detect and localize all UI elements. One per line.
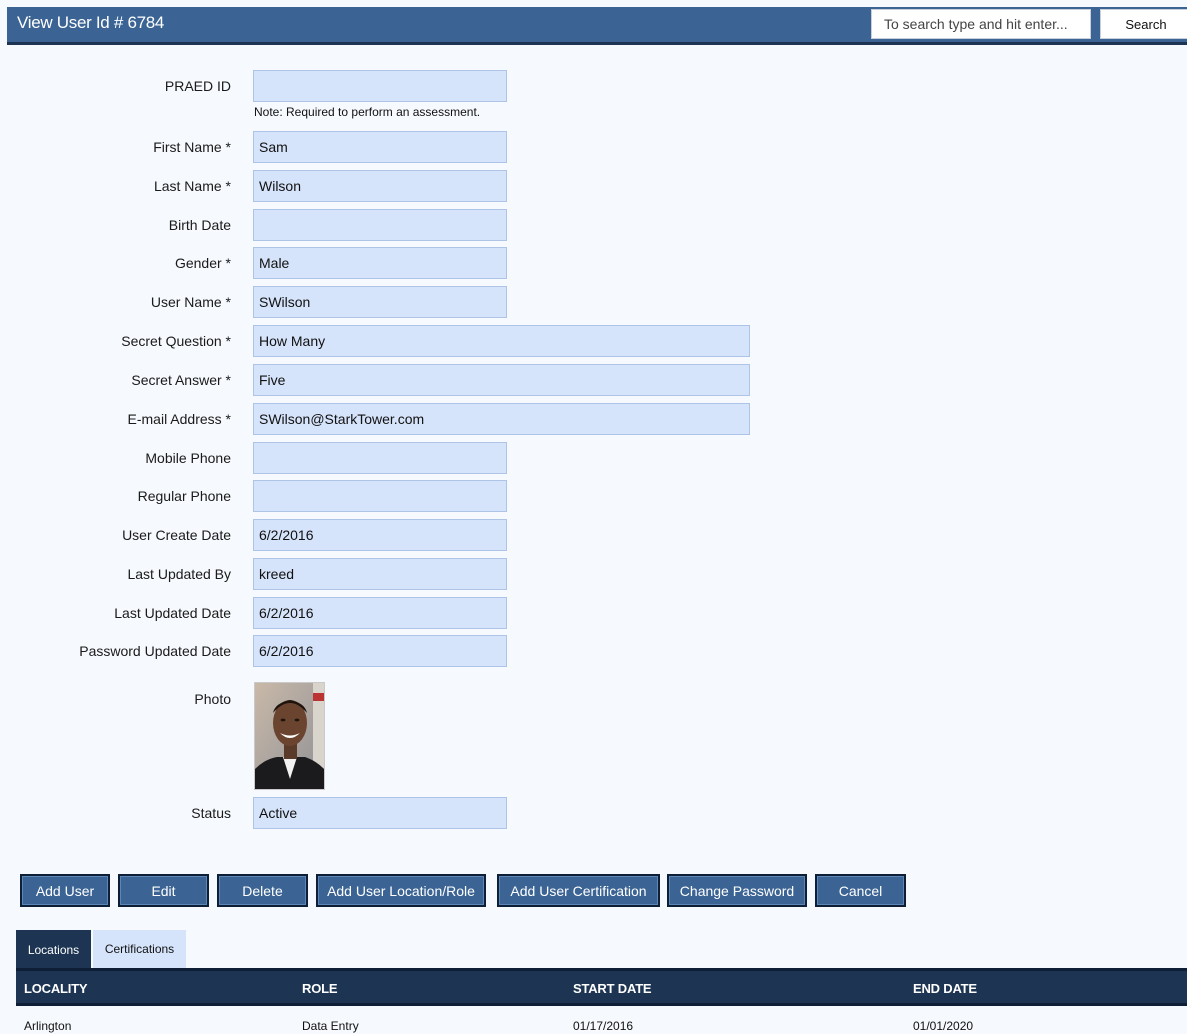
praed-id-row: PRAED ID [0, 70, 800, 102]
last-updated-by-label: Last Updated By [127, 566, 231, 582]
email-label: E-mail Address * [127, 411, 231, 427]
password-updated-date-row: Password Updated Date [0, 635, 800, 667]
add-user-certification-button[interactable]: Add User Certification [497, 874, 660, 907]
user-name-row: User Name * [0, 286, 800, 318]
first-name-field[interactable] [253, 131, 507, 163]
last-updated-date-label: Last Updated Date [114, 605, 231, 621]
photo-label: Photo [194, 691, 231, 707]
cell-end-date: 01/01/2020 [913, 1019, 974, 1033]
first-name-label: First Name * [153, 139, 231, 155]
last-name-row: Last Name * [0, 170, 800, 202]
gender-row: Gender * [0, 247, 800, 279]
praed-id-field[interactable] [253, 70, 507, 102]
photo-row: Photo [0, 682, 800, 714]
user-photo [254, 682, 325, 790]
user-name-label: User Name * [150, 294, 231, 310]
last-name-field[interactable] [253, 170, 507, 202]
password-updated-date-field[interactable] [253, 635, 507, 667]
edit-button[interactable]: Edit [118, 874, 209, 907]
change-password-button[interactable]: Change Password [667, 874, 807, 907]
user-name-field[interactable] [253, 286, 507, 318]
mobile-phone-field[interactable] [253, 442, 507, 474]
secret-question-row: Secret Question * [0, 325, 800, 357]
search-button[interactable]: Search [1100, 9, 1187, 39]
regular-phone-field[interactable] [253, 480, 507, 512]
status-row: Status [0, 797, 800, 829]
birth-date-label: Birth Date [168, 217, 231, 233]
column-header-role[interactable]: ROLE [302, 981, 338, 996]
gender-label: Gender * [174, 255, 231, 271]
cell-start-date: 01/17/2016 [573, 1019, 634, 1033]
column-header-end-date[interactable]: END DATE [913, 981, 977, 996]
top-bar: View User Id # 6784 Search [7, 7, 1187, 45]
status-field[interactable] [253, 797, 507, 829]
add-user-location-role-button[interactable]: Add User Location/Role [316, 874, 486, 907]
secret-answer-field[interactable] [253, 364, 750, 396]
last-updated-date-row: Last Updated Date [0, 597, 800, 629]
mobile-phone-row: Mobile Phone [0, 442, 800, 474]
email-row: E-mail Address * [0, 403, 800, 435]
table-header: LOCALITY ROLE START DATE END DATE [16, 968, 1187, 1006]
secret-question-label: Secret Question * [121, 333, 231, 349]
secret-answer-row: Secret Answer * [0, 364, 800, 396]
praed-id-note: Note: Required to perform an assessment. [254, 105, 481, 119]
mobile-phone-label: Mobile Phone [145, 450, 231, 466]
tab-locations[interactable]: Locations [16, 930, 91, 970]
praed-id-label: PRAED ID [164, 78, 231, 94]
user-photo-image [255, 683, 324, 789]
secret-question-field[interactable] [253, 325, 750, 357]
birth-date-row: Birth Date [0, 209, 800, 241]
cancel-button[interactable]: Cancel [815, 874, 906, 907]
email-field[interactable] [253, 403, 750, 435]
regular-phone-label: Regular Phone [137, 488, 231, 504]
first-name-row: First Name * [0, 131, 800, 163]
birth-date-field[interactable] [253, 209, 507, 241]
tab-certifications[interactable]: Certifications [93, 930, 186, 968]
cell-locality: Arlington [24, 1019, 72, 1033]
secret-answer-label: Secret Answer * [131, 372, 231, 388]
user-create-date-field[interactable] [253, 519, 507, 551]
gender-field[interactable] [253, 247, 507, 279]
last-updated-date-field[interactable] [253, 597, 507, 629]
user-create-date-label: User Create Date [122, 527, 231, 543]
user-create-date-row: User Create Date [0, 519, 800, 551]
password-updated-date-label: Password Updated Date [79, 643, 231, 659]
regular-phone-row: Regular Phone [0, 480, 800, 512]
page-title: View User Id # 6784 [17, 13, 165, 32]
column-header-locality[interactable]: LOCALITY [24, 981, 88, 996]
column-header-start-date[interactable]: START DATE [573, 981, 652, 996]
table-row[interactable]: Arlington Data Entry 01/17/2016 01/01/20… [16, 1006, 1187, 1034]
last-updated-by-field[interactable] [253, 558, 507, 590]
status-label: Status [191, 805, 231, 821]
cell-role: Data Entry [302, 1019, 359, 1033]
last-name-label: Last Name * [153, 178, 231, 194]
last-updated-by-row: Last Updated By [0, 558, 800, 590]
delete-button[interactable]: Delete [217, 874, 308, 907]
search-input[interactable] [871, 9, 1091, 39]
add-user-button[interactable]: Add User [20, 874, 110, 907]
